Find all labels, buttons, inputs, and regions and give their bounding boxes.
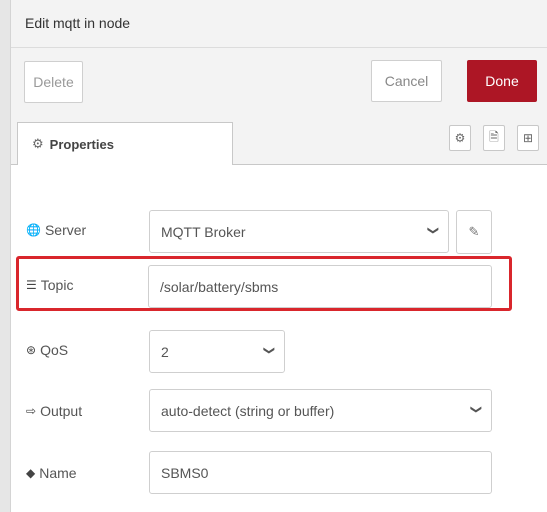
output-value: auto-detect (string or buffer) [161, 402, 335, 419]
pencil-icon: ✎ [468, 224, 480, 239]
left-panel-edge [0, 0, 11, 512]
cancel-button[interactable]: Cancel [371, 60, 442, 102]
output-select[interactable]: auto-detect (string or buffer) ❯ [149, 389, 492, 432]
server-label-row: 🌐 Server [26, 222, 86, 238]
server-value: MQTT Broker [161, 223, 246, 240]
sign-out-icon: ⇨ [26, 404, 37, 418]
chevron-down-icon: ❯ [469, 404, 482, 415]
qos-value: 2 [161, 343, 169, 360]
layout-icon: ⊞ [522, 131, 534, 145]
name-label-row: ◆ Name [26, 465, 77, 481]
globe-icon: 🌐 [26, 223, 41, 237]
qos-label-row: ⊛ QoS [26, 342, 68, 358]
appearance-tab-button[interactable]: ⊞ [517, 125, 539, 151]
topic-highlight-box [16, 256, 512, 311]
name-value: SBMS0 [161, 464, 209, 481]
tag-icon: ◆ [26, 466, 36, 480]
dialog-header: Edit mqtt in node [11, 0, 547, 48]
server-select[interactable]: MQTT Broker ❯ [149, 210, 449, 253]
tab-properties-label: Properties [49, 136, 114, 152]
settings-tab-button[interactable]: ⚙ [449, 125, 471, 151]
chevron-down-icon: ❯ [426, 225, 439, 236]
chevron-down-icon: ❯ [262, 345, 275, 356]
qos-select[interactable]: 2 ❯ [149, 330, 285, 373]
server-label: Server [44, 222, 87, 238]
output-label-row: ⇨ Output [26, 403, 82, 419]
dialog-toolbar: Delete Cancel Done [11, 48, 547, 122]
name-label: Name [39, 465, 77, 481]
document-icon: 🗎 [489, 129, 499, 144]
tab-properties[interactable]: ⚙ Properties [17, 122, 233, 165]
name-input[interactable]: SBMS0 [149, 451, 492, 494]
done-button[interactable]: Done [467, 60, 537, 102]
empire-icon: ⊛ [26, 343, 37, 357]
output-label: Output [40, 403, 83, 419]
edit-server-button[interactable]: ✎ [456, 210, 492, 254]
gear-icon: ⚙ [32, 136, 44, 151]
gear-icon: ⚙ [454, 131, 466, 145]
delete-button[interactable]: Delete [24, 61, 83, 103]
description-tab-button[interactable]: 🗎 [483, 125, 505, 151]
tab-bar: ⚙ Properties ⚙ 🗎 ⊞ [11, 122, 547, 165]
qos-label: QoS [40, 342, 69, 358]
dialog-title: Edit mqtt in node [25, 15, 131, 31]
